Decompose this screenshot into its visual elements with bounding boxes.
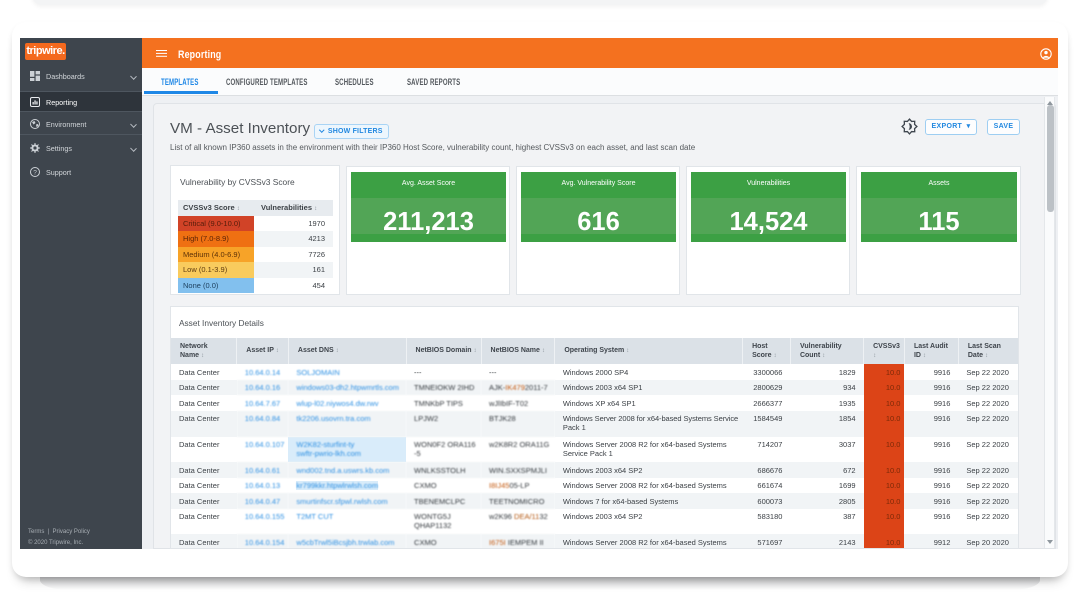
svg-text:?: ? [33,169,37,176]
